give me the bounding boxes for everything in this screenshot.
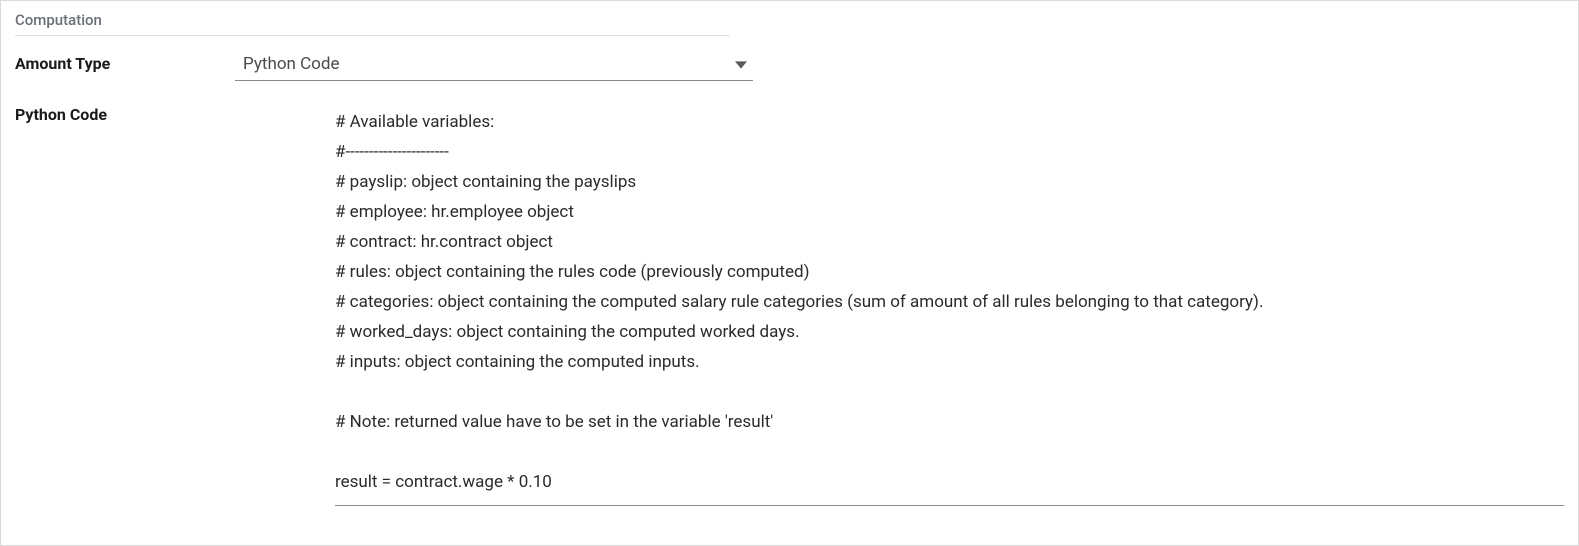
python-code-textarea[interactable]: # Available variables: #----------------… — [335, 101, 1564, 506]
python-code-label: Python Code — [15, 101, 235, 124]
python-code-row: Python Code # Available variables: #----… — [15, 101, 1564, 506]
amount-type-value: Python Code — [243, 54, 339, 74]
amount-type-select[interactable]: Python Code — [235, 50, 753, 81]
section-title: Computation — [15, 11, 730, 36]
computation-section: Computation Amount Type Python Code Pyth… — [1, 1, 1578, 516]
caret-down-icon — [735, 59, 747, 71]
amount-type-row: Amount Type Python Code — [15, 50, 1564, 81]
amount-type-label: Amount Type — [15, 50, 235, 73]
